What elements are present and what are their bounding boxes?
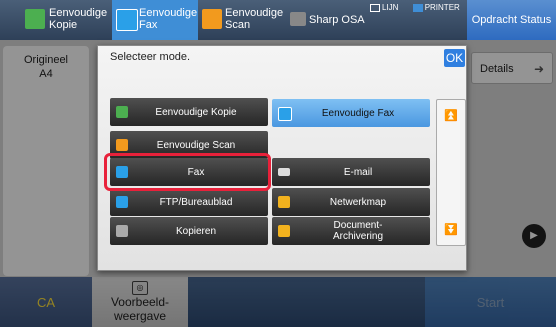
printer-indicator-label: PRINTER (424, 3, 460, 12)
mode-label: Eenvoudige Kopie (155, 106, 237, 118)
desktop-icon (116, 196, 128, 208)
mode-label: E-mail (343, 166, 373, 178)
mode-document-archivering[interactable]: Document- Archivering (272, 217, 430, 245)
mode-label: Eenvoudige Scan (156, 139, 236, 151)
mode-label: Eenvoudige Fax (321, 107, 395, 119)
status-indicators: LIJN PRINTER (370, 3, 472, 12)
archive-icon (278, 225, 290, 237)
mode-ftp-bureaublad[interactable]: FTP/Bureaublad (110, 188, 268, 216)
mode-label: Netwerkmap (329, 196, 387, 208)
tab-sharp-osa[interactable]: Sharp OSA (288, 0, 368, 40)
opdracht-status-button[interactable]: Opdracht Status (467, 0, 556, 40)
mode-netwerkmap[interactable]: Netwerkmap (272, 188, 430, 216)
fax-icon (116, 9, 138, 31)
mode-label: FTP/Bureaublad (159, 196, 233, 208)
tab-label: Sharp OSA (309, 14, 365, 26)
mode-label: Document- Archivering (332, 220, 384, 242)
mode-eenvoudige-kopie[interactable]: Eenvoudige Kopie (110, 98, 268, 126)
ok-button[interactable]: OK (444, 49, 465, 67)
scroll-up-icon[interactable]: ⏫ (437, 101, 465, 131)
mode-eenvoudige-fax[interactable]: Eenvoudige Fax (272, 99, 430, 127)
tab-label: Eenvoudige Kopie (49, 7, 108, 31)
tab-eenvoudige-kopie[interactable]: Eenvoudige Kopie (22, 0, 107, 40)
dialog-title: Selecteer mode. (110, 51, 191, 63)
tab-eenvoudige-fax[interactable]: Eenvoudige Fax (112, 0, 198, 40)
mode-kopieren[interactable]: Kopieren (110, 217, 268, 245)
mode-label: Kopieren (175, 225, 217, 237)
envelope-icon (278, 168, 290, 176)
fax-icon (278, 107, 292, 121)
tab-eenvoudige-scan[interactable]: Eenvoudige Scan (198, 0, 284, 40)
line-indicator-icon (370, 3, 380, 12)
tab-label: Eenvoudige Scan (225, 7, 284, 31)
scan-icon (202, 9, 222, 29)
copy-icon (116, 106, 128, 118)
mode-email[interactable]: E-mail (272, 158, 430, 186)
fax-highlight-frame (104, 153, 271, 191)
copy-icon (25, 9, 45, 29)
line-indicator-label: LIJN (382, 3, 399, 12)
tab-label: Eenvoudige Fax (139, 7, 198, 31)
scan-icon (116, 139, 128, 151)
printer-indicator-icon (412, 3, 423, 12)
osa-icon (290, 12, 306, 26)
copy-icon (116, 225, 128, 237)
scroll-down-icon[interactable]: ⏬ (437, 215, 465, 245)
folder-icon (278, 196, 290, 208)
